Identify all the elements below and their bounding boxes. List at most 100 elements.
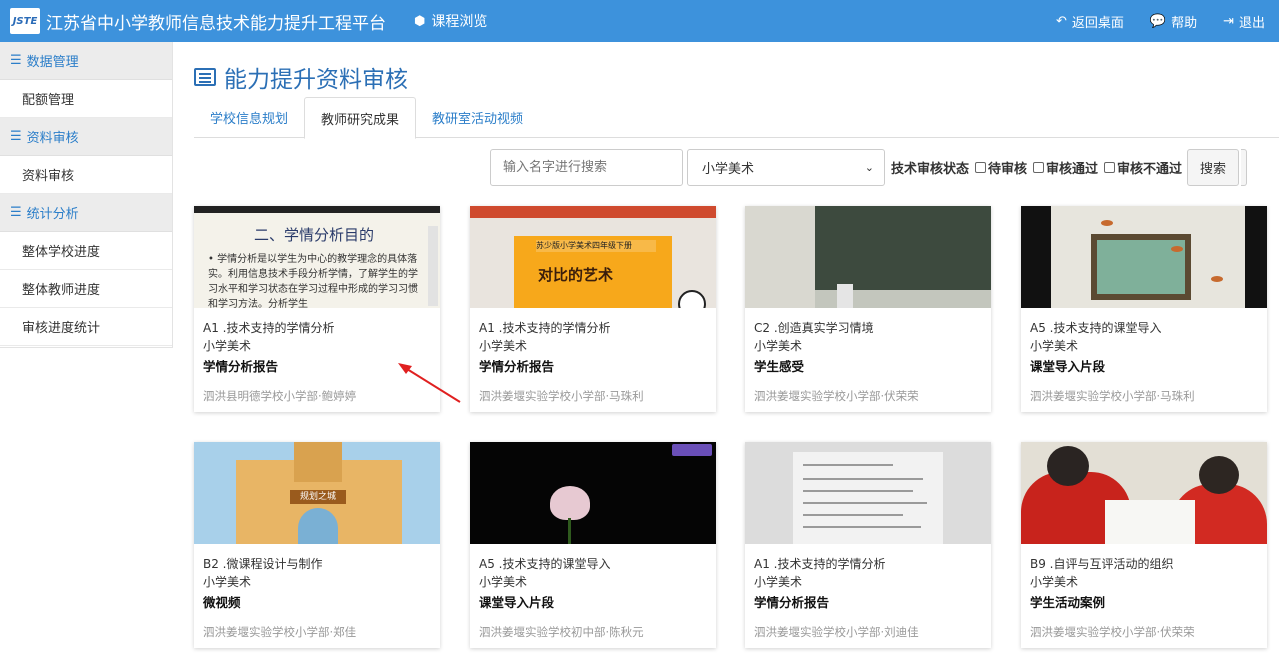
sidebar-group-data-management[interactable]: ☰ 数据管理 <box>0 42 172 80</box>
thumb-student-head <box>1199 456 1239 494</box>
card-subject: 小学美术 <box>754 339 803 353</box>
resource-card[interactable]: 规划之城 B2 .微课程设计与制作 小学美术 微视频 泗洪姜堰实验学校小学部·郑… <box>194 442 440 648</box>
help-link[interactable]: 💬 帮助 <box>1150 12 1197 31</box>
subject-select[interactable]: 小学美术 ⌄ <box>687 148 885 186</box>
card-subject: 小学美术 <box>203 575 252 589</box>
thumb-text-line <box>803 464 893 466</box>
thumb-letterbox-right <box>1245 206 1267 308</box>
thumb-flower <box>550 486 590 520</box>
search-input[interactable] <box>490 148 683 186</box>
header-links: ↶ 返回桌面 💬 帮助 ⇥ 退出 <box>1030 0 1265 42</box>
checkbox-rejected[interactable]: 审核不通过 <box>1104 158 1182 177</box>
checkbox-box[interactable] <box>1104 161 1116 173</box>
checkbox-box[interactable] <box>975 161 987 173</box>
card-author: 泗洪姜堰实验学校小学部·马珠利 <box>479 389 644 403</box>
thumb-sign: 规划之城 <box>290 490 346 504</box>
thumb-text-line <box>803 502 927 504</box>
subject-select-value: 小学美术 <box>702 161 755 177</box>
sidebar-item-school-progress[interactable]: 整体学校进度 <box>0 232 172 270</box>
sidebar-item-quota-management[interactable]: 配额管理 <box>0 80 172 118</box>
card-subject: 小学美术 <box>479 575 528 589</box>
card-title: 学情分析报告 <box>754 595 830 610</box>
sidebar-item-material-review[interactable]: 资料审核 <box>0 156 172 194</box>
card-title: 学情分析报告 <box>479 359 555 374</box>
resource-card[interactable]: A5 .技术支持的课堂导入 小学美术 课堂导入片段 泗洪姜堰实验学校小学部·马珠… <box>1021 206 1267 412</box>
sidebar-group-material-review[interactable]: ☰ 资料审核 <box>0 118 172 156</box>
tab-teacher-research[interactable]: 教师研究成果 <box>304 97 417 139</box>
card-code: A1 .技术支持的学情分析 <box>479 321 611 335</box>
search-button[interactable]: 搜索 <box>1187 148 1240 186</box>
site-title: 江苏省中小学教师信息技术能力提升工程平台 <box>46 13 386 34</box>
checkbox-box[interactable] <box>1033 161 1045 173</box>
sign-out-icon: ⇥ <box>1223 13 1234 29</box>
checkbox-label: 审核通过 <box>1046 161 1099 177</box>
thumb-letterbox-left <box>1021 206 1051 308</box>
thumb-leaf <box>1211 276 1223 282</box>
card-subject: 小学美术 <box>479 339 528 353</box>
resource-card[interactable]: A5 .技术支持的课堂导入 小学美术 课堂导入片段 泗洪姜堰实验学校初中部·陈秋… <box>470 442 716 648</box>
card-author: 泗洪姜堰实验学校小学部·伏荣荣 <box>754 389 919 403</box>
card-subject: 小学美术 <box>1030 575 1079 589</box>
card-title: 课堂导入片段 <box>1030 359 1106 374</box>
tab-research-videos[interactable]: 教研室活动视频 <box>416 97 539 138</box>
card-subject: 小学美术 <box>203 339 252 353</box>
thumb-heading: 二、学情分析目的 <box>254 226 375 244</box>
thumb-avatar <box>678 290 706 308</box>
card-thumbnail[interactable]: 二、学情分析目的 • 学情分析是以学生为中心的教学理念的具体落实。利用信息技术手… <box>194 206 440 308</box>
sidebar-item-label: 资料审核 <box>22 169 75 184</box>
card-thumbnail[interactable]: 规划之城 <box>194 442 440 544</box>
thumb-arch <box>298 508 338 544</box>
return-icon: ↶ <box>1055 13 1067 29</box>
resource-card[interactable]: 二、学情分析目的 • 学情分析是以学生为中心的教学理念的具体落实。利用信息技术手… <box>194 206 440 412</box>
sidebar-item-teacher-progress[interactable]: 整体教师进度 <box>0 270 172 308</box>
card-thumbnail[interactable] <box>745 442 991 544</box>
resource-card[interactable]: 苏少版小学美术四年级下册 对比的艺术 A1 .技术支持的学情分析 小学美术 学情… <box>470 206 716 412</box>
cube-icon: ⬢ <box>414 13 426 29</box>
sidebar-item-label: 配额管理 <box>22 93 75 108</box>
card-author: 泗洪县明德学校小学部·鲍婷婷 <box>203 389 357 403</box>
list-icon: ☰ <box>10 205 22 220</box>
thumb-window <box>1091 234 1191 300</box>
card-thumbnail[interactable] <box>745 206 991 308</box>
thumb-stem <box>568 518 571 544</box>
card-title: 学情分析报告 <box>203 359 279 374</box>
thumb-student-head <box>1047 446 1089 486</box>
thumb-blackboard <box>795 206 991 290</box>
search-button-edge[interactable] <box>1241 148 1248 186</box>
card-code: A5 .技术支持的课堂导入 <box>1030 321 1162 335</box>
site-logo[interactable]: JSTE <box>10 8 40 34</box>
card-title: 课堂导入片段 <box>479 595 555 610</box>
review-status-label: 技术审核状态 <box>891 161 970 177</box>
thumb-text: • 学情分析是以学生为中心的教学理念的具体落实。利用信息技术手段分析学情，了解学… <box>208 254 418 308</box>
sidebar-group-label: 数据管理 <box>26 55 79 70</box>
logout-link[interactable]: ⇥ 退出 <box>1223 12 1265 31</box>
card-author: 泗洪姜堰实验学校小学部·伏荣荣 <box>1030 625 1195 639</box>
sidebar-item-review-progress[interactable]: 审核进度统计 <box>0 308 172 346</box>
card-thumbnail[interactable] <box>1021 442 1267 544</box>
card-thumbnail[interactable]: 苏少版小学美术四年级下册 对比的艺术 <box>470 206 716 308</box>
card-code: A1 .技术支持的学情分析 <box>203 321 335 335</box>
resource-card[interactable]: A1 .技术支持的学情分析 小学美术 学情分析报告 泗洪姜堰实验学校小学部·刘迪… <box>745 442 991 648</box>
filter-bar: 小学美术 ⌄ 技术审核状态 待审核 审核通过 审核不通过 搜索 <box>490 148 1248 186</box>
page-title: 能力提升资料审核 <box>194 60 408 94</box>
sidebar-group-label: 统计分析 <box>26 207 79 222</box>
checkbox-approved[interactable]: 审核通过 <box>1033 158 1098 177</box>
logout-label: 退出 <box>1238 15 1265 31</box>
course-browse-link[interactable]: ⬢ 课程浏览 <box>414 11 487 31</box>
card-thumbnail[interactable] <box>470 442 716 544</box>
card-code: A5 .技术支持的课堂导入 <box>479 557 611 571</box>
checkbox-pending[interactable]: 待审核 <box>975 158 1027 177</box>
resource-card[interactable]: C2 .创造真实学习情境 小学美术 学生感受 泗洪姜堰实验学校小学部·伏荣荣 <box>745 206 991 412</box>
card-subject: 小学美术 <box>1030 339 1079 353</box>
return-desktop-link[interactable]: ↶ 返回桌面 <box>1056 12 1124 31</box>
card-code: B2 .微课程设计与制作 <box>203 557 323 571</box>
thumb-bar <box>194 206 440 213</box>
thumb-text-line <box>803 514 903 516</box>
thumb-object <box>837 284 853 308</box>
resource-card[interactable]: B9 .自评与互评活动的组织 小学美术 学生活动案例 泗洪姜堰实验学校小学部·伏… <box>1021 442 1267 648</box>
tab-school-planning[interactable]: 学校信息规划 <box>194 97 304 138</box>
checkbox-label: 待审核 <box>988 161 1028 177</box>
card-thumbnail[interactable] <box>1021 206 1267 308</box>
sidebar-group-label: 资料审核 <box>26 131 79 146</box>
sidebar-group-statistics[interactable]: ☰ 统计分析 <box>0 194 172 232</box>
